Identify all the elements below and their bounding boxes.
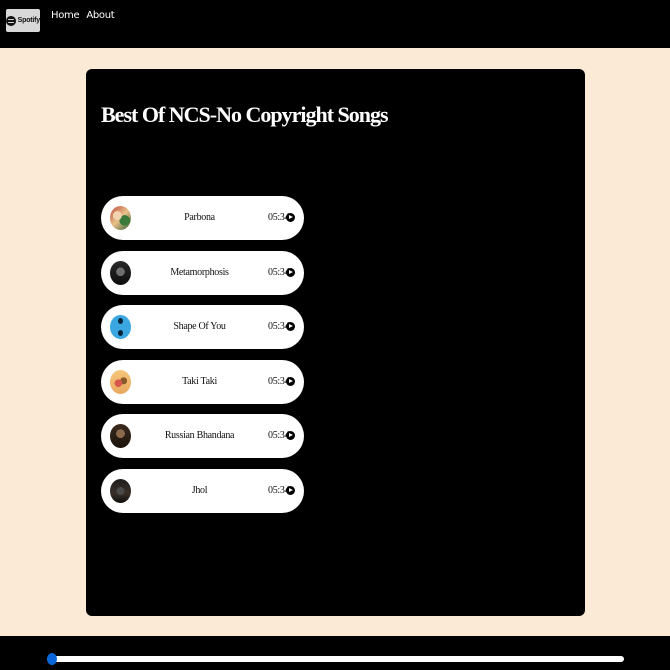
song-cover-image bbox=[110, 315, 131, 339]
play-icon[interactable] bbox=[286, 485, 295, 495]
song-name: Metamorphosis bbox=[170, 266, 229, 278]
playlist-container: Best Of NCS-No Copyright Songs Parbona 0… bbox=[86, 69, 585, 616]
play-icon[interactable] bbox=[286, 376, 295, 386]
song-cover-image bbox=[110, 478, 131, 503]
song-item[interactable]: Jhol 05:34 bbox=[101, 468, 304, 513]
song-item[interactable]: Metamorphosis 05:34 bbox=[101, 250, 304, 295]
song-name: Parbona bbox=[184, 212, 215, 223]
song-item[interactable]: Parbona 05:34 bbox=[101, 196, 304, 240]
play-icon[interactable] bbox=[286, 267, 295, 277]
song-cover-image bbox=[110, 369, 131, 394]
player-bar bbox=[0, 636, 670, 670]
song-cover-image bbox=[110, 260, 131, 285]
playlist-title: Best Of NCS-No Copyright Songs bbox=[101, 102, 389, 127]
play-icon[interactable] bbox=[286, 431, 295, 440]
song-item[interactable]: Shape Of You 05:34 bbox=[101, 305, 304, 349]
song-list: Parbona 05:34 Metamorphosis 05:34 Shape … bbox=[101, 196, 304, 523]
song-name: Taki Taki bbox=[182, 375, 217, 387]
nav-link-about[interactable]: About bbox=[86, 10, 114, 21]
progress-bar[interactable] bbox=[47, 653, 624, 665]
song-name: Russian Bhandana bbox=[164, 430, 235, 441]
song-cover-image bbox=[110, 424, 131, 448]
play-icon[interactable] bbox=[286, 213, 295, 222]
nav-link-home[interactable]: Home bbox=[51, 10, 80, 21]
spotify-logo[interactable]: Spotify bbox=[6, 9, 40, 32]
song-name: Jhol bbox=[191, 484, 208, 496]
brand-name: Spotify bbox=[17, 17, 41, 24]
play-icon[interactable] bbox=[286, 322, 295, 331]
song-name: Shape Of You bbox=[173, 321, 226, 332]
song-item[interactable]: Taki Taki 05:34 bbox=[101, 359, 304, 404]
nav-links: Home About bbox=[51, 10, 115, 21]
spotify-icon bbox=[6, 15, 16, 26]
song-cover-image bbox=[110, 206, 131, 230]
progress-thumb[interactable] bbox=[47, 653, 57, 665]
song-item[interactable]: Russian Bhandana 05:34 bbox=[101, 414, 304, 458]
navbar: Spotify Home About bbox=[0, 0, 670, 48]
